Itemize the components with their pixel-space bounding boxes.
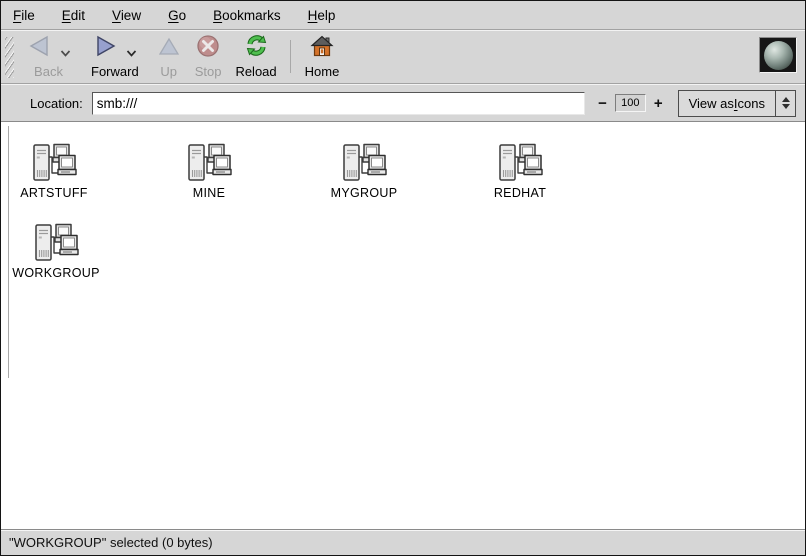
file-label[interactable]: MINE bbox=[193, 186, 225, 200]
view-as-dropdown[interactable]: View as Icons bbox=[678, 90, 796, 117]
forward-button[interactable]: Forward bbox=[84, 33, 146, 82]
file-label[interactable]: MYGROUP bbox=[331, 186, 398, 200]
location-bar: Location: − 100 + View as Icons bbox=[1, 84, 805, 121]
home-icon bbox=[310, 35, 334, 63]
zoom-in-button[interactable]: + bbox=[652, 96, 665, 111]
back-button[interactable]: Back bbox=[19, 33, 78, 82]
stop-icon bbox=[196, 34, 220, 63]
back-icon bbox=[26, 34, 53, 63]
status-bar: "WORKGROUP" selected (0 bytes) bbox=[1, 529, 805, 555]
toolbar: Back Forward Up bbox=[1, 30, 805, 84]
file-label[interactable]: REDHAT bbox=[494, 186, 546, 200]
up-label: Up bbox=[160, 64, 177, 79]
home-label: Home bbox=[305, 64, 340, 79]
throbber-frame bbox=[759, 37, 797, 73]
location-label: Location: bbox=[30, 96, 83, 111]
file-icon-workgroup[interactable]: WORKGROUP bbox=[3, 222, 109, 280]
smb-workgroup-icon bbox=[33, 222, 79, 264]
toolbar-separator bbox=[290, 40, 291, 73]
menubar: File Edit View Go Bookmarks Help bbox=[1, 1, 805, 30]
view-as-label-post: cons bbox=[738, 96, 765, 111]
up-button[interactable]: Up bbox=[150, 33, 188, 82]
stop-button[interactable]: Stop bbox=[188, 33, 229, 82]
file-icon-mygroup[interactable]: MYGROUP bbox=[311, 142, 417, 200]
menu-file[interactable]: File bbox=[11, 6, 37, 25]
smb-workgroup-icon bbox=[186, 142, 232, 184]
forward-history-chevron-icon[interactable] bbox=[126, 50, 137, 57]
reload-label: Reload bbox=[235, 64, 276, 79]
icon-view[interactable]: ARTSTUFF bbox=[1, 121, 805, 529]
smb-workgroup-icon bbox=[31, 142, 77, 184]
smb-workgroup-icon bbox=[497, 142, 543, 184]
reload-icon bbox=[244, 33, 269, 63]
file-icon-redhat[interactable]: REDHAT bbox=[467, 142, 573, 200]
file-label[interactable]: ARTSTUFF bbox=[20, 186, 87, 200]
back-history-chevron-icon[interactable] bbox=[60, 50, 71, 57]
forward-label: Forward bbox=[91, 64, 139, 79]
smb-workgroup-icon bbox=[341, 142, 387, 184]
menu-edit[interactable]: Edit bbox=[60, 6, 87, 25]
toolbar-drag-handle[interactable] bbox=[5, 37, 14, 78]
file-icon-mine[interactable]: MINE bbox=[156, 142, 262, 200]
dropdown-arrows-icon bbox=[775, 91, 795, 116]
file-manager-window: File Edit View Go Bookmarks Help Back bbox=[0, 0, 806, 556]
view-as-label-pre: View as bbox=[689, 96, 734, 111]
reload-button[interactable]: Reload bbox=[228, 33, 283, 82]
stop-label: Stop bbox=[195, 64, 222, 79]
location-input[interactable] bbox=[92, 92, 585, 115]
file-icon-artstuff[interactable]: ARTSTUFF bbox=[1, 142, 107, 200]
home-button[interactable]: Home bbox=[298, 33, 347, 82]
status-text: "WORKGROUP" selected (0 bytes) bbox=[9, 535, 213, 550]
menu-go[interactable]: Go bbox=[166, 6, 188, 25]
zoom-out-button[interactable]: − bbox=[596, 96, 609, 111]
menu-view[interactable]: View bbox=[110, 6, 143, 25]
file-label[interactable]: WORKGROUP bbox=[12, 266, 99, 280]
menu-help[interactable]: Help bbox=[306, 6, 338, 25]
forward-icon bbox=[92, 34, 119, 63]
back-label: Back bbox=[34, 64, 63, 79]
throbber-globe-icon[interactable] bbox=[764, 41, 793, 70]
zoom-level-indicator[interactable]: 100 bbox=[615, 94, 646, 112]
up-icon bbox=[157, 36, 181, 62]
menu-bookmarks[interactable]: Bookmarks bbox=[211, 6, 283, 25]
